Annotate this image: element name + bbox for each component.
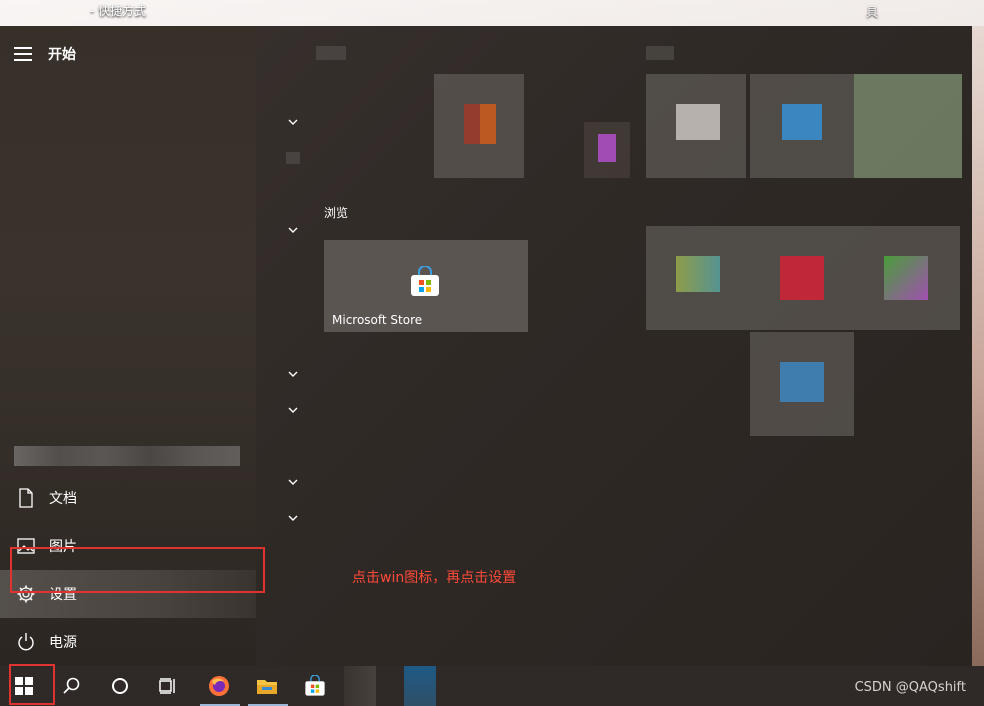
- chevron-down-icon[interactable]: [287, 116, 299, 128]
- firefox-icon: [209, 676, 229, 696]
- csdn-watermark: CSDN @QAQshift: [854, 680, 966, 695]
- nav-item-power[interactable]: 电源: [0, 618, 256, 666]
- chevron-down-icon[interactable]: [287, 476, 299, 488]
- blurred-group-header: [646, 46, 674, 60]
- app-tile-blurred[interactable]: [854, 226, 960, 330]
- app-tile-photos[interactable]: [854, 74, 962, 178]
- start-menu-title: 开始: [48, 47, 76, 63]
- firefox-taskbar-button[interactable]: [196, 666, 244, 706]
- document-icon: [19, 488, 33, 508]
- app-tile-icon: [676, 104, 720, 140]
- app-tile-blurred[interactable]: [750, 332, 854, 436]
- app-tile-blurred[interactable]: [434, 74, 524, 178]
- app-tile-icon: [780, 362, 824, 402]
- store-icon: [305, 675, 325, 696]
- cortana-icon: [112, 678, 128, 694]
- taskbar: [0, 666, 984, 706]
- store-tile-label: Microsoft Store: [332, 313, 423, 327]
- blurred-group-header: [316, 46, 346, 60]
- settings-highlight-box: [10, 547, 265, 593]
- chevron-down-icon[interactable]: [287, 404, 299, 416]
- file-explorer-icon: [257, 680, 277, 694]
- blurred-taskbar-app[interactable]: [404, 666, 436, 706]
- search-button[interactable]: [48, 666, 96, 706]
- task-view-icon: [159, 678, 175, 694]
- power-icon: [18, 633, 34, 651]
- search-icon: [63, 677, 80, 694]
- nav-label-power: 电源: [49, 635, 77, 651]
- app-tile-icon: [598, 134, 616, 162]
- hamburger-menu-button[interactable]: [14, 46, 34, 62]
- app-tile-blurred[interactable]: [646, 74, 746, 178]
- store-icon: [411, 266, 439, 296]
- app-tile-blurred[interactable]: [584, 122, 630, 178]
- chevron-down-icon[interactable]: [287, 368, 299, 380]
- chevron-down-icon[interactable]: [287, 224, 299, 236]
- store-taskbar-button[interactable]: [292, 666, 340, 706]
- file-explorer-taskbar-button[interactable]: [244, 666, 292, 706]
- app-tile-icon: [780, 256, 824, 300]
- app-tile-blurred[interactable]: [750, 226, 854, 330]
- app-tile-blurred[interactable]: [750, 74, 854, 178]
- desktop-shortcut-label[interactable]: - 快捷方式: [90, 2, 146, 19]
- app-tile-blurred[interactable]: [646, 226, 750, 330]
- nav-label-documents: 文档: [49, 491, 77, 507]
- app-tile-icon: [782, 104, 822, 140]
- app-tile-icon: [464, 104, 496, 144]
- user-account-blurred[interactable]: [14, 446, 240, 466]
- tile-group-label: 浏览: [324, 206, 349, 220]
- app-tile-icon: [884, 256, 928, 300]
- app-tile-icon: [676, 256, 720, 292]
- blurred-taskbar-app[interactable]: [344, 666, 376, 706]
- cortana-button[interactable]: [96, 666, 144, 706]
- task-view-button[interactable]: [144, 666, 192, 706]
- microsoft-store-tile[interactable]: Microsoft Store: [324, 240, 528, 332]
- start-button-highlight-box: [9, 664, 55, 705]
- desktop-icon-label[interactable]: 具: [866, 3, 878, 20]
- instruction-annotation: 点击win图标，再点击设置: [352, 570, 517, 586]
- blurred-app-entry: [286, 152, 300, 164]
- nav-item-documents[interactable]: 文档: [0, 474, 256, 522]
- chevron-down-icon[interactable]: [287, 512, 299, 524]
- wallpaper-edge: [970, 26, 984, 666]
